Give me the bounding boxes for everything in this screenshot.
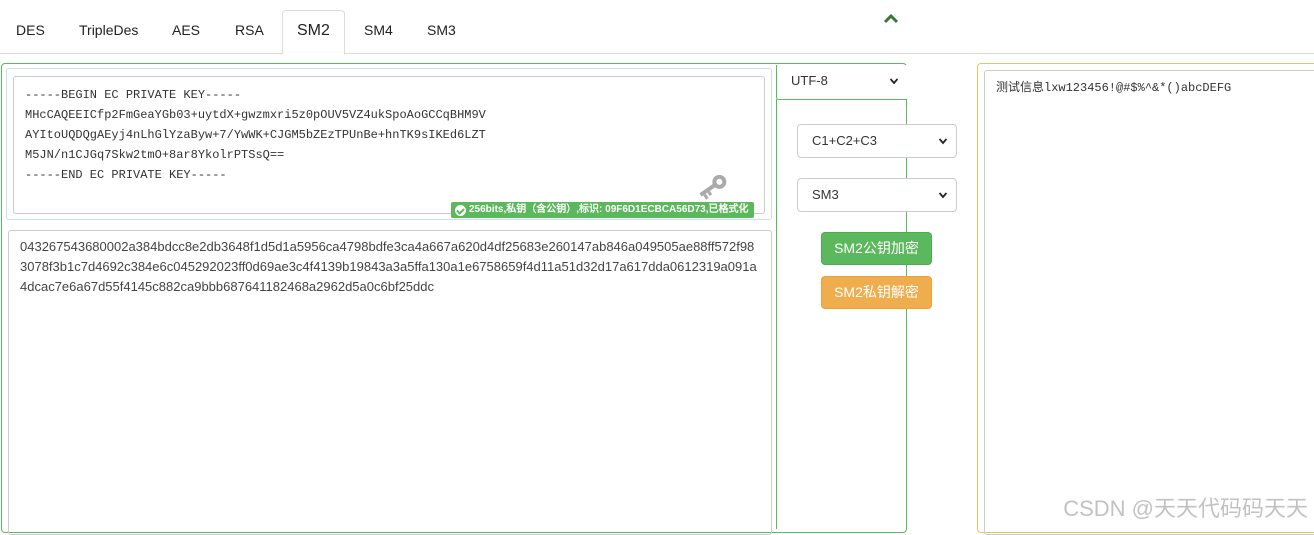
- tab-aes[interactable]: AES: [158, 10, 214, 54]
- plaintext-textarea[interactable]: 测试信息lxw123456!@#$%^&*()abcDEFG: [984, 70, 1314, 535]
- tab-sm4[interactable]: SM4: [350, 10, 407, 54]
- hash-select[interactable]: SM3: [797, 178, 957, 212]
- encoding-select[interactable]: UTF-8: [776, 65, 907, 100]
- sm2-decrypt-button[interactable]: SM2私钥解密: [821, 276, 932, 309]
- algorithm-tabs: DES TripleDes AES RSA SM2 SM4 SM3: [0, 0, 1314, 55]
- watermark: CSDN @天天代码码天天: [1063, 496, 1308, 521]
- key-info-badge: 256bits,私钥（含公钥）,标识: 09F6D1ECBCA56D73,已格式…: [451, 202, 754, 218]
- tab-tripledes[interactable]: TripleDes: [65, 10, 152, 54]
- hash-select-value: SM3: [812, 187, 839, 202]
- key-icon: [699, 174, 727, 200]
- mode-select-value: C1+C2+C3: [812, 133, 878, 148]
- tab-des[interactable]: DES: [2, 10, 59, 54]
- encoding-select-value: UTF-8: [791, 73, 828, 88]
- chevron-up-icon[interactable]: [882, 10, 900, 28]
- key-info-text: 256bits,私钥（含公钥）,标识: 09F6D1ECBCA56D73,已格式…: [469, 204, 749, 215]
- chevron-down-icon: [939, 138, 947, 145]
- tab-rsa[interactable]: RSA: [221, 10, 278, 54]
- tab-sm3[interactable]: SM3: [413, 10, 470, 54]
- chevron-down-icon: [890, 78, 898, 85]
- ciphertext-textarea[interactable]: 043267543680002a384bdcc8e2db3648f1d5d1a5…: [8, 230, 772, 535]
- mode-select[interactable]: C1+C2+C3: [797, 124, 957, 158]
- panel-divider: [776, 99, 777, 529]
- private-key-textarea[interactable]: -----BEGIN EC PRIVATE KEY----- MHcCAQEEI…: [13, 76, 765, 214]
- tab-sm2[interactable]: SM2: [282, 10, 345, 55]
- chevron-down-icon: [939, 192, 947, 199]
- check-circle-icon: [455, 204, 466, 216]
- sm2-encrypt-button[interactable]: SM2公钥加密: [821, 232, 932, 265]
